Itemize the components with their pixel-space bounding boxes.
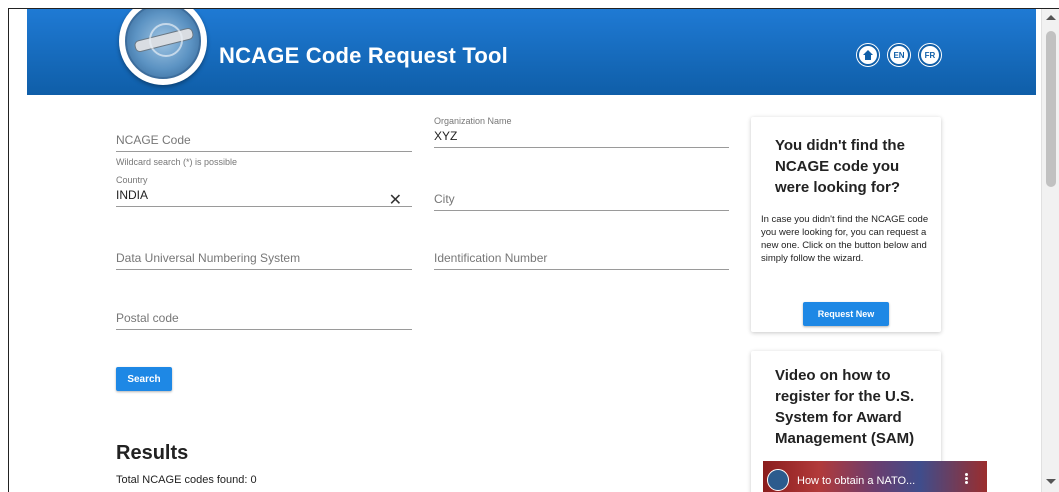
country-input[interactable]: INDIA [116,187,412,203]
ncage-code-underline [116,151,412,152]
browser-viewport: NCAGE Code Request Tool EN FR NCAGE Code… [8,8,1059,492]
postal-code-underline [116,329,412,330]
ncage-code-input[interactable]: NCAGE Code [116,132,412,148]
request-card-title: You didn't find the NCAGE code you were … [775,137,905,196]
close-icon[interactable]: ✕ [389,193,402,209]
lang-fr-button[interactable]: FR [919,44,941,66]
organization-name-underline [434,147,729,148]
channel-avatar[interactable] [767,469,789,491]
city-underline [434,210,729,211]
scroll-up-icon[interactable] [1046,15,1056,20]
search-button[interactable]: Search [116,367,172,391]
lang-en-button[interactable]: EN [888,44,910,66]
results-count: Total NCAGE codes found: 0 [116,474,257,486]
request-new-button[interactable]: Request New [803,302,889,326]
video-card: Video on how to register for the U.S. Sy… [751,351,987,492]
scroll-down-icon[interactable] [1046,479,1056,484]
ncage-code-hint: Wildcard search (*) is possible [116,157,238,167]
country-underline [116,206,412,207]
organization-name-input[interactable]: XYZ [434,128,729,144]
duns-input[interactable]: Data Universal Numbering System [116,250,412,266]
city-field[interactable]: City [434,191,729,211]
app-header: NCAGE Code Request Tool EN FR [27,9,1036,95]
results-heading: Results [116,442,189,464]
video-title[interactable]: How to obtain a NATO... [797,475,915,487]
identification-number-field[interactable]: Identification Number [434,250,729,270]
postal-code-input[interactable]: Postal code [116,310,412,326]
organization-name-label: Organization Name [434,116,512,126]
header-actions: EN FR [857,44,941,66]
video-player[interactable]: How to obtain a NATO... [763,461,987,492]
city-input[interactable]: City [434,191,729,207]
duns-underline [116,269,412,270]
identification-number-underline [434,269,729,270]
country-label: Country [116,175,148,185]
home-icon [863,50,873,60]
organization-name-field[interactable]: Organization Name XYZ [434,116,729,148]
ncage-logo[interactable] [119,9,207,85]
video-card-title: Video on how to register for the U.S. Sy… [775,367,915,447]
postal-code-field[interactable]: Postal code [116,310,412,330]
ncage-code-field[interactable]: NCAGE Code Wildcard search (*) is possib… [116,132,412,167]
identification-number-input[interactable]: Identification Number [434,250,729,266]
page-title: NCAGE Code Request Tool [219,43,508,68]
request-new-card: You didn't find the NCAGE code you were … [751,117,941,332]
request-card-text: In case you didn't find the NCAGE code y… [761,214,929,264]
home-button[interactable] [857,44,879,66]
duns-field[interactable]: Data Universal Numbering System [116,250,412,270]
country-field[interactable]: Country INDIA ✕ [116,175,412,209]
logo-emblem-icon [125,9,201,79]
more-vert-icon[interactable] [965,473,968,485]
page-scrollbar[interactable] [1041,9,1059,492]
scroll-thumb[interactable] [1046,31,1056,187]
